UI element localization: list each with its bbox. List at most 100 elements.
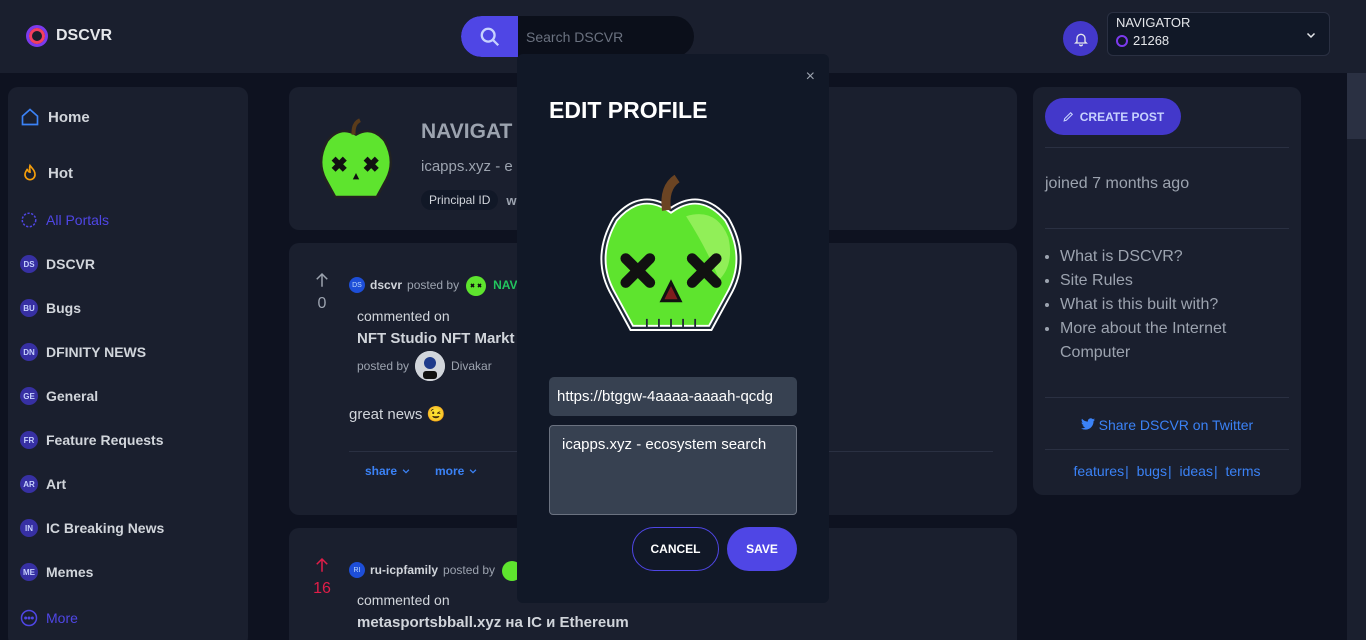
sidebar-item-home[interactable]: Home [20,107,90,127]
link-internet-computer[interactable]: More about the Internet Computer [1060,317,1280,365]
post-title[interactable]: NFT Studio NFT Markt [357,330,515,347]
cancel-button[interactable]: CANCEL [632,527,719,571]
vote-widget: 0 [311,270,333,313]
commented-label: commented on [357,308,450,324]
post-author[interactable]: NAV [493,278,517,292]
link-what-is-dscvr[interactable]: What is DSCVR? [1060,245,1280,269]
dscvr-logo-icon [26,25,48,47]
sidebar-item-all-portals[interactable]: All Portals [20,211,109,229]
principal-label: Principal ID [421,190,499,210]
sidebar-item-dfinity-news[interactable]: DN DFINITY NEWS [20,343,146,361]
footer-link-ideas[interactable]: ideas [1180,463,1213,479]
avatar-preview [600,174,742,331]
sidebar-item-label: IC Breaking News [46,520,165,536]
sidebar-item-label: More [46,610,78,626]
post-portal[interactable]: dscvr [370,278,402,292]
home-icon [21,108,39,126]
pencil-icon [1063,111,1073,122]
points-icon [1116,34,1128,47]
footer-link-bugs[interactable]: bugs [1137,463,1167,479]
posted-by-label: posted by [443,563,496,577]
sidebar-item-feature-requests[interactable]: FR Feature Requests [20,431,163,449]
sidebar-item-bugs[interactable]: BU Bugs [20,299,81,317]
twitter-icon [1080,418,1095,430]
scrollbar-thumb[interactable] [1347,73,1366,139]
post-body: great news 😉 [349,406,446,423]
sidebar: Home Hot All Portals DS DSCVR BU Bugs DN… [8,87,248,640]
notifications-button[interactable] [1063,21,1098,56]
portal-badge: DN [20,343,38,361]
commented-label: commented on [357,592,450,608]
info-links: What is DSCVR? Site Rules What is this b… [1060,245,1280,365]
joined-text: joined 7 months ago [1045,175,1190,192]
link-site-rules[interactable]: Site Rules [1060,269,1280,293]
right-panel: CREATE POST joined 7 months ago What is … [1033,87,1301,495]
portal-badge: DS [349,277,365,293]
profile-name: NAVIGAT [421,120,513,143]
sidebar-item-hot[interactable]: Hot [20,163,73,183]
posted-by-label: posted by [407,278,460,292]
portal-badge: BU [20,299,38,317]
vote-count: 0 [317,295,327,312]
search-button[interactable] [461,16,518,57]
sidebar-item-label: Feature Requests [46,432,164,448]
share-twitter-link[interactable]: Share DSCVR on Twitter [1033,417,1301,433]
sidebar-item-ic-breaking-news[interactable]: IN IC Breaking News [20,519,164,537]
footer-separator: | [1167,463,1172,479]
portal-badge: IN [20,519,38,537]
sidebar-item-label: General [46,388,99,404]
search-input[interactable] [518,28,688,45]
footer-link-features[interactable]: features [1073,463,1124,479]
footer-link-terms[interactable]: terms [1226,463,1261,479]
author-avatar[interactable] [464,273,488,297]
portal-badge: ME [20,563,38,581]
search-bar [461,16,694,57]
post-author[interactable]: Divakar [451,359,492,373]
portals-icon [21,212,37,228]
create-post-label: CREATE POST [1079,109,1165,124]
sidebar-item-more[interactable]: More [20,609,78,627]
upvote-arrow-icon[interactable] [313,555,331,575]
divider [1045,449,1289,450]
share-button[interactable]: share [365,464,411,478]
more-icon [20,609,38,627]
vote-widget: 16 [311,555,333,598]
chevron-down-icon [469,469,477,474]
posted-by-label: posted by [357,359,410,373]
share-label: share [365,464,398,478]
points-value: 21268 [1133,33,1170,48]
user-menu[interactable]: NAVIGATOR 21268 [1107,12,1330,56]
post-title[interactable]: metasportsbball.xyz на IC и Ethereum [357,614,629,631]
divider [1045,147,1289,148]
save-button[interactable]: SAVE [727,527,797,571]
avatar-url-input[interactable] [549,377,797,416]
more-button[interactable]: more [435,464,478,478]
profile-avatar[interactable] [315,117,397,205]
sidebar-item-label: Home [48,108,90,126]
chevron-down-icon [1306,32,1316,39]
post-header: RI ru-icpfamily posted by [349,558,524,582]
footer-links: features| bugs| ideas| terms [1033,463,1301,479]
create-post-button[interactable]: CREATE POST [1045,98,1181,135]
portal-badge: RI [349,562,365,578]
link-built-with[interactable]: What is this built with? [1060,293,1280,317]
post-header: DS dscvr posted by NAV [349,273,518,297]
profile-bio: icapps.xyz - e [421,158,513,175]
sidebar-item-label: DSCVR [46,256,96,272]
close-icon[interactable]: × [806,68,815,86]
posted-by-row: posted by Divakar [357,351,492,381]
flame-icon [24,163,36,181]
sidebar-item-dscvr[interactable]: DS DSCVR [20,255,95,273]
sidebar-item-general[interactable]: GE General [20,387,98,405]
bio-textarea[interactable]: icapps.xyz - ecosystem search [549,425,797,515]
sidebar-item-memes[interactable]: ME Memes [20,563,93,581]
sidebar-item-label: Bugs [46,300,81,316]
logo[interactable]: DSCVR [26,25,112,47]
points-row: 21268 [1116,33,1321,48]
post-portal[interactable]: ru-icpfamily [370,563,438,577]
portal-badge: GE [20,387,38,405]
author-avatar[interactable] [415,351,446,381]
upvote-arrow-icon[interactable] [313,270,331,290]
sidebar-item-art[interactable]: AR Art [20,475,66,493]
chevron-down-icon [402,469,410,474]
